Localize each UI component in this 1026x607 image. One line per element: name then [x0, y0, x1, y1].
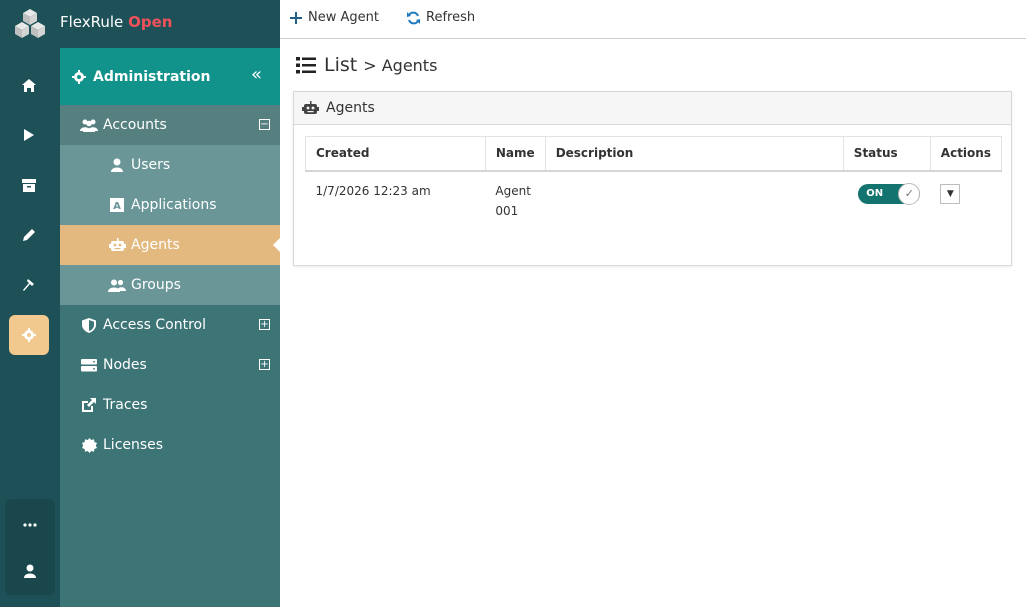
panel-header: Agents: [294, 92, 1011, 125]
new-agent-label: New Agent: [308, 10, 379, 25]
rail-archive-button[interactable]: [9, 165, 49, 205]
rail-more-button[interactable]: [10, 505, 50, 545]
sidebar-item-label: Traces: [103, 397, 148, 413]
users-icon: [108, 277, 126, 293]
app-edition: Open: [128, 13, 173, 31]
sidebar-item-agents[interactable]: Agents: [60, 225, 280, 265]
agents-panel: Agents Created Name Description Status A…: [293, 91, 1012, 266]
sidebar-item-traces[interactable]: Traces: [60, 385, 280, 425]
users-group-icon: [80, 117, 98, 133]
status-toggle[interactable]: ON ✓: [858, 182, 921, 205]
robot-icon: [108, 237, 126, 253]
robot-icon: [302, 101, 319, 114]
shield-icon: [80, 317, 98, 333]
cell-created: 1/7/2026 12:23 am: [315, 183, 431, 198]
table-row[interactable]: 1/7/2026 12:23 am Agent 001 ON ✓ ▼: [306, 171, 1002, 230]
breadcrumb-current: > Agents: [363, 55, 438, 75]
sidebar-item-label: Accounts: [103, 117, 167, 133]
refresh-button[interactable]: Refresh: [406, 10, 475, 25]
refresh-icon: [407, 11, 420, 24]
expand-toggle-icon[interactable]: +: [259, 319, 270, 330]
sidebar-item-label: Users: [131, 157, 171, 173]
column-header-actions: Actions: [929, 136, 1003, 172]
caret-down-icon: ▼: [946, 188, 954, 199]
rail-tools-button[interactable]: [9, 265, 49, 305]
external-link-icon: [80, 397, 98, 413]
certificate-icon: [80, 437, 98, 453]
rail-bottom-group: [5, 499, 55, 595]
sidebar-item-label: Applications: [131, 197, 217, 213]
play-icon: [24, 129, 34, 141]
sidebar: Administration « Accounts − Users A Appl…: [60, 48, 280, 607]
flexrule-logo-icon: [15, 9, 45, 38]
breadcrumb-root: List: [324, 54, 358, 76]
app-name: FlexRule: [60, 13, 124, 31]
sidebar-section-label: Administration: [93, 68, 211, 85]
column-header-created[interactable]: Created: [305, 136, 486, 172]
actions-dropdown-button[interactable]: ▼: [940, 183, 961, 204]
app-brand: FlexRule Open: [60, 13, 280, 31]
status-toggle-label: ON: [866, 187, 884, 199]
panel-title: Agents: [326, 100, 375, 116]
icon-rail: [0, 0, 60, 607]
sidebar-item-access-control[interactable]: Access Control +: [60, 305, 280, 345]
archive-icon: [22, 178, 36, 192]
column-header-name[interactable]: Name: [484, 136, 546, 172]
rail-edit-button[interactable]: [9, 215, 49, 255]
sidebar-item-users[interactable]: Users: [60, 145, 280, 185]
cell-name: Agent 001: [495, 183, 531, 218]
column-header-status[interactable]: Status: [842, 136, 931, 172]
sidebar-item-groups[interactable]: Groups: [60, 265, 280, 305]
sidebar-item-licenses[interactable]: Licenses: [60, 425, 280, 465]
expand-toggle-icon[interactable]: +: [259, 359, 270, 370]
hammer-icon: [23, 279, 34, 291]
rail-profile-button[interactable]: [10, 551, 50, 591]
toolbar: New Agent Refresh: [280, 0, 1026, 39]
rail-run-button[interactable]: [9, 115, 49, 155]
rail-admin-button[interactable]: [9, 315, 49, 355]
check-icon: ✓: [898, 182, 921, 205]
list-icon: [296, 56, 316, 73]
svg-text:A: A: [113, 201, 121, 212]
sidebar-item-label: Access Control: [103, 317, 206, 333]
plus-icon: [290, 11, 302, 24]
pencil-icon: [23, 229, 35, 241]
refresh-label: Refresh: [426, 10, 476, 25]
gear-icon: [72, 69, 86, 84]
sidebar-item-applications[interactable]: A Applications: [60, 185, 280, 225]
column-header-description[interactable]: Description: [544, 136, 844, 172]
cell-description: [545, 171, 843, 230]
brand-bar: FlexRule Open: [60, 0, 280, 48]
more-icon: [23, 523, 37, 527]
server-icon: [80, 357, 98, 373]
application-icon: A: [108, 197, 126, 213]
cell-status: ON ✓: [843, 171, 930, 230]
sidebar-item-label: Nodes: [103, 357, 147, 373]
collapse-toggle-icon[interactable]: −: [259, 119, 270, 130]
active-indicator: [273, 238, 280, 252]
collapse-sidebar-icon[interactable]: «: [251, 64, 262, 85]
sidebar-item-label: Licenses: [103, 437, 164, 453]
table-header-row: Created Name Description Status Actions: [305, 136, 1003, 172]
sidebar-item-label: Agents: [131, 237, 180, 253]
home-icon: [22, 78, 36, 92]
user-icon: [24, 564, 36, 578]
sidebar-item-label: Groups: [131, 277, 181, 293]
new-agent-button[interactable]: New Agent: [290, 10, 379, 25]
cell-actions: ▼: [930, 171, 1001, 230]
page-title: List > Agents: [296, 54, 437, 76]
sidebar-section-administration[interactable]: Administration «: [60, 48, 280, 105]
gear-icon: [22, 328, 36, 342]
sidebar-item-accounts[interactable]: Accounts −: [60, 105, 280, 145]
sidebar-item-nodes[interactable]: Nodes +: [60, 345, 280, 385]
agents-table: Created Name Description Status Actions …: [305, 136, 1003, 230]
user-icon: [108, 157, 126, 173]
rail-home-button[interactable]: [9, 65, 49, 105]
